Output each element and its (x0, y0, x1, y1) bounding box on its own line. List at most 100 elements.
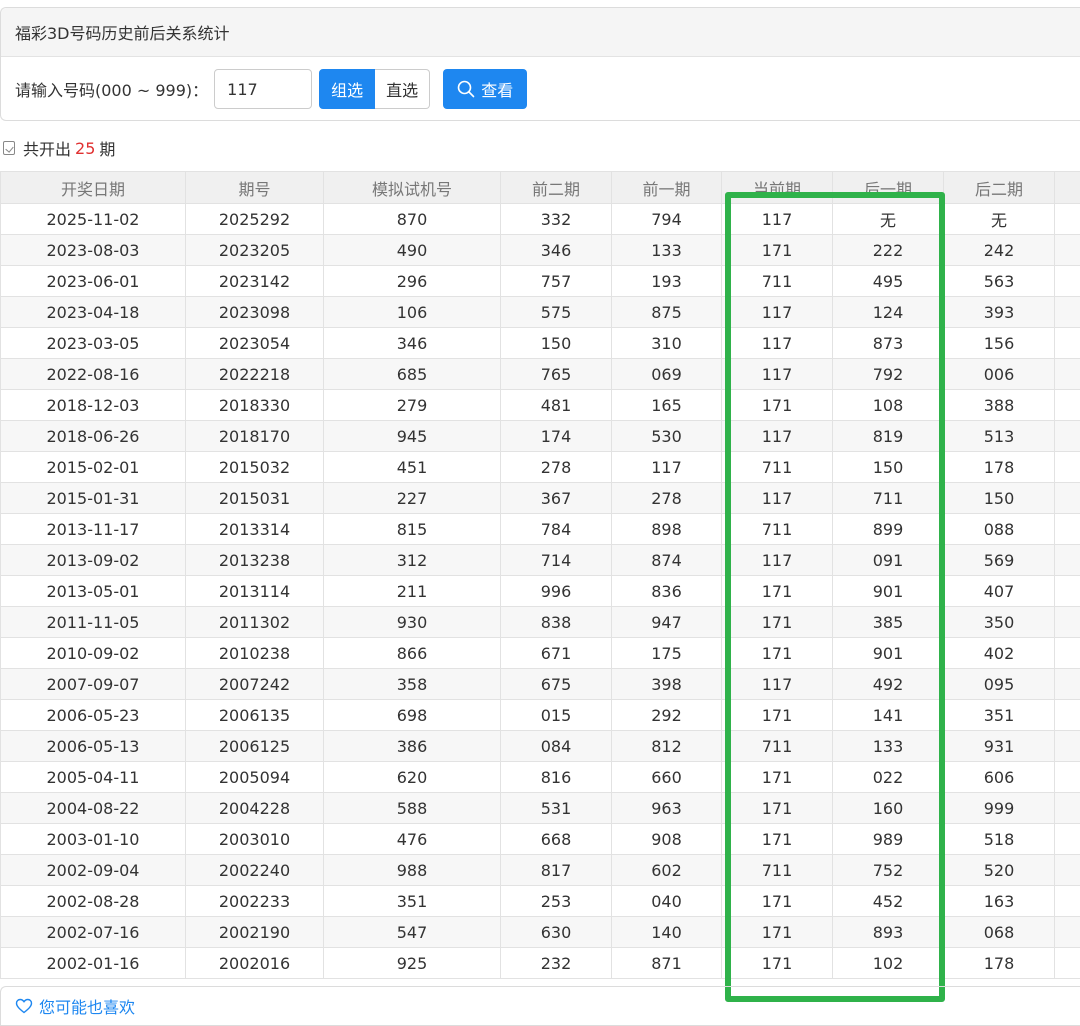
cell-test-number: 925 (324, 948, 501, 979)
cell-draw-date: 2023-03-05 (1, 328, 186, 359)
number-input[interactable] (214, 69, 312, 109)
cell-next-1: 385 (833, 607, 944, 638)
cell-next-2: 999 (944, 793, 1055, 824)
table-row: 2006-05-232006135698015292171141351 (1, 700, 1080, 731)
cell-current: 171 (722, 824, 833, 855)
cell-current: 171 (722, 638, 833, 669)
cell-next-2: 095 (944, 669, 1055, 700)
cell-test-number: 296 (324, 266, 501, 297)
cell-prev-2: 481 (501, 390, 612, 421)
cell-prev-1: 292 (612, 700, 722, 731)
table-row: 2004-08-222004228588531963171160999 (1, 793, 1080, 824)
cell-prev-2: 332 (501, 204, 612, 235)
table-row: 2015-01-312015031227367278117711150 (1, 483, 1080, 514)
header-test-number: 模拟试机号 (324, 172, 501, 204)
cell-draw-date: 2013-05-01 (1, 576, 186, 607)
cell-draw-date: 2002-01-16 (1, 948, 186, 979)
cell-prev-2: 253 (501, 886, 612, 917)
cell-prev-2: 675 (501, 669, 612, 700)
cell-prev-1: 193 (612, 266, 722, 297)
cell-extra (1055, 204, 1080, 235)
cell-extra (1055, 731, 1080, 762)
table-row: 2003-01-102003010476668908171989518 (1, 824, 1080, 855)
cell-extra (1055, 514, 1080, 545)
cell-issue: 2005094 (186, 762, 324, 793)
cell-test-number: 476 (324, 824, 501, 855)
cell-prev-2: 150 (501, 328, 612, 359)
table-row: 2018-12-032018330279481165171108388 (1, 390, 1080, 421)
table-row: 2025-11-022025292870332794117无无 (1, 204, 1080, 235)
group-mode-button[interactable]: 组选 (319, 69, 375, 109)
cell-extra (1055, 328, 1080, 359)
cell-extra (1055, 297, 1080, 328)
cell-next-1: 792 (833, 359, 944, 390)
cell-current: 171 (722, 917, 833, 948)
table-row: 2013-09-022013238312714874117091569 (1, 545, 1080, 576)
cell-prev-2: 015 (501, 700, 612, 731)
cell-test-number: 106 (324, 297, 501, 328)
cell-next-2: 156 (944, 328, 1055, 359)
recommend-section[interactable]: 您可能也喜欢 (0, 986, 1080, 1026)
cell-extra (1055, 917, 1080, 948)
cell-prev-1: 175 (612, 638, 722, 669)
query-panel: 福彩3D号码历史前后关系统计 请输入号码(000 ~ 999)： 组选 直选 查… (0, 7, 1080, 121)
cell-next-1: 492 (833, 669, 944, 700)
cell-issue: 2018330 (186, 390, 324, 421)
table-row: 2018-06-262018170945174530117819513 (1, 421, 1080, 452)
cell-next-2: 068 (944, 917, 1055, 948)
cell-issue: 2002233 (186, 886, 324, 917)
cell-next-1: 133 (833, 731, 944, 762)
cell-test-number: 698 (324, 700, 501, 731)
cell-current: 711 (722, 731, 833, 762)
summary-suffix: 期 (99, 136, 115, 160)
cell-draw-date: 2010-09-02 (1, 638, 186, 669)
cell-prev-1: 660 (612, 762, 722, 793)
cell-prev-2: 531 (501, 793, 612, 824)
cell-current: 171 (722, 948, 833, 979)
cell-draw-date: 2015-02-01 (1, 452, 186, 483)
cell-issue: 2004228 (186, 793, 324, 824)
cell-issue: 2007242 (186, 669, 324, 700)
query-button[interactable]: 查看 (443, 69, 527, 109)
cell-extra (1055, 545, 1080, 576)
cell-issue: 2013238 (186, 545, 324, 576)
cell-issue: 2023205 (186, 235, 324, 266)
cell-next-1: 819 (833, 421, 944, 452)
cell-prev-1: 117 (612, 452, 722, 483)
header-extra (1055, 172, 1080, 204)
cell-prev-1: 836 (612, 576, 722, 607)
cell-extra (1055, 390, 1080, 421)
cell-extra (1055, 886, 1080, 917)
header-draw-date: 开奖日期 (1, 172, 186, 204)
cell-draw-date: 2025-11-02 (1, 204, 186, 235)
cell-issue: 2023098 (186, 297, 324, 328)
cell-draw-date: 2002-08-28 (1, 886, 186, 917)
cell-test-number: 870 (324, 204, 501, 235)
cell-extra (1055, 638, 1080, 669)
direct-mode-button[interactable]: 直选 (375, 69, 430, 109)
cell-current: 171 (722, 762, 833, 793)
cell-current: 117 (722, 483, 833, 514)
summary-prefix: 共开出 (23, 136, 71, 160)
cell-extra (1055, 576, 1080, 607)
cell-next-2: 606 (944, 762, 1055, 793)
cell-prev-2: 174 (501, 421, 612, 452)
table-row: 2023-08-032023205490346133171222242 (1, 235, 1080, 266)
cell-extra (1055, 452, 1080, 483)
cell-issue: 2025292 (186, 204, 324, 235)
cell-issue: 2002190 (186, 917, 324, 948)
cell-next-1: 160 (833, 793, 944, 824)
cell-test-number: 685 (324, 359, 501, 390)
cell-next-2: 393 (944, 297, 1055, 328)
header-prev-2: 前二期 (501, 172, 612, 204)
cell-next-1: 091 (833, 545, 944, 576)
cell-prev-2: 714 (501, 545, 612, 576)
result-count: 25 (75, 139, 95, 158)
cell-next-1: 901 (833, 638, 944, 669)
cell-extra (1055, 948, 1080, 979)
cell-next-1: 452 (833, 886, 944, 917)
cell-extra (1055, 266, 1080, 297)
cell-prev-1: 875 (612, 297, 722, 328)
cell-test-number: 346 (324, 328, 501, 359)
cell-next-1: 901 (833, 576, 944, 607)
